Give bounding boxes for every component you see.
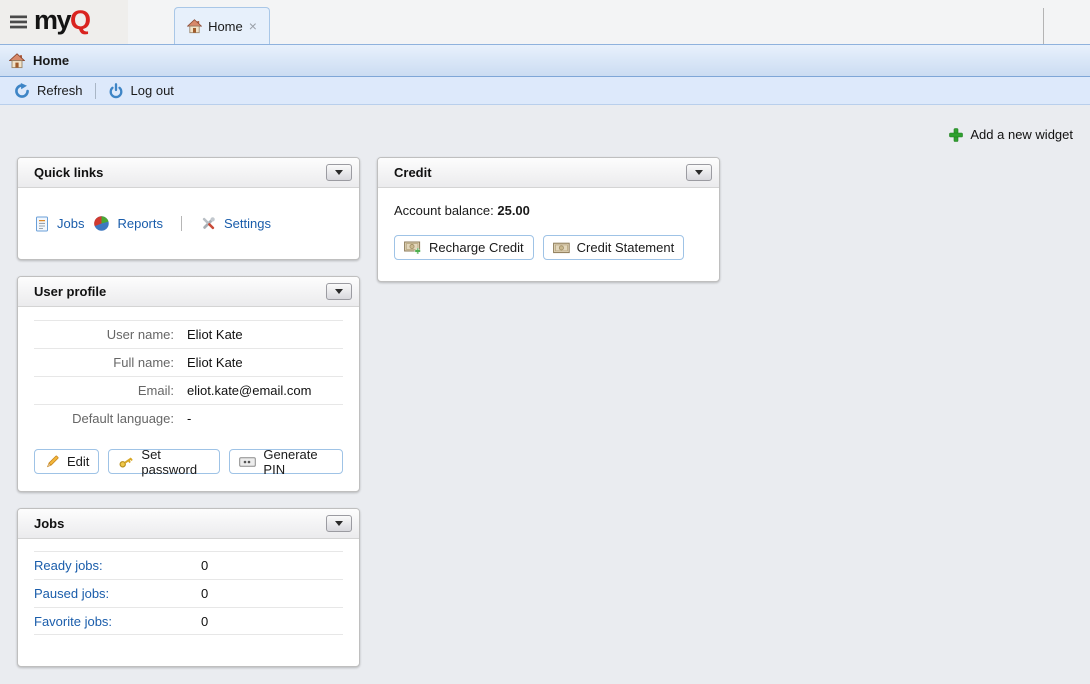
logout-button[interactable]: Log out: [104, 83, 178, 99]
myq-logo: myQ: [34, 7, 90, 37]
banknote-icon: [553, 242, 570, 254]
widget-credit-header: Credit: [378, 158, 719, 188]
chevron-down-icon: [695, 170, 703, 175]
quick-links-separator: [181, 216, 182, 231]
generate-pin-button[interactable]: Generate PIN: [229, 449, 343, 474]
generate-pin-button-label: Generate PIN: [263, 447, 333, 477]
account-balance-value: 25.00: [497, 203, 530, 218]
edit-button-label: Edit: [67, 454, 89, 469]
row-value: -: [187, 411, 191, 426]
logout-label: Log out: [131, 83, 174, 98]
jobs-row-paused: Paused jobs: 0: [34, 579, 343, 607]
quick-link-label: Reports: [117, 216, 163, 231]
key-icon: [118, 454, 134, 470]
account-balance: Account balance: 25.00: [394, 203, 703, 218]
row-label: Email:: [34, 383, 187, 398]
plus-icon: [949, 128, 963, 142]
home-icon: [9, 53, 25, 69]
recharge-credit-button[interactable]: Recharge Credit: [394, 235, 534, 260]
set-password-button-label: Set password: [141, 447, 210, 477]
widget-credit: Credit Account balance: 25.00: [377, 157, 720, 282]
dashboard-content: Add a new widget Quick links: [0, 105, 1090, 684]
favorite-jobs-link[interactable]: Favorite jobs:: [34, 614, 201, 629]
banknote-plus-icon: [404, 241, 422, 254]
widget-jobs-header: Jobs: [18, 509, 359, 539]
favorite-jobs-count: 0: [201, 614, 208, 629]
myq-web-page: myQ Home × Home: [0, 0, 1090, 684]
logo-text-my: my: [34, 5, 70, 35]
add-widget-label: Add a new widget: [970, 127, 1073, 142]
chevron-down-icon: [335, 170, 343, 175]
paused-jobs-count: 0: [201, 586, 208, 601]
row-value: eliot.kate@email.com: [187, 383, 311, 398]
tab-home-label: Home: [208, 19, 243, 34]
right-column: Credit Account balance: 25.00: [377, 157, 720, 683]
chevron-down-icon: [335, 289, 343, 294]
collapse-button[interactable]: [326, 515, 352, 532]
widget-jobs: Jobs Ready jobs: 0 Paused jobs: 0: [17, 508, 360, 667]
refresh-icon: [14, 83, 30, 99]
quick-link-reports[interactable]: Reports: [93, 215, 163, 232]
profile-row-email: Email: eliot.kate@email.com: [34, 376, 343, 404]
collapse-button[interactable]: [326, 283, 352, 300]
ready-jobs-count: 0: [201, 558, 208, 573]
pencil-icon: [44, 454, 60, 470]
widget-quick-links-header: Quick links: [18, 158, 359, 188]
toolbar: Refresh Log out: [0, 77, 1090, 105]
jobs-document-icon: [34, 216, 50, 232]
ready-jobs-link[interactable]: Ready jobs:: [34, 558, 201, 573]
page-title: Home: [33, 53, 69, 68]
set-password-button[interactable]: Set password: [108, 449, 220, 474]
profile-row-full-name: Full name: Eliot Kate: [34, 348, 343, 376]
widget-title: Jobs: [34, 516, 64, 531]
tabbar-divider: [1043, 8, 1044, 44]
quick-link-jobs[interactable]: Jobs: [34, 216, 84, 232]
recharge-credit-label: Recharge Credit: [429, 240, 524, 255]
widget-title: User profile: [34, 284, 106, 299]
power-icon: [108, 83, 124, 99]
row-value: Eliot Kate: [187, 355, 243, 370]
collapse-button[interactable]: [326, 164, 352, 181]
row-label: User name:: [34, 327, 187, 342]
jobs-row-ready: Ready jobs: 0: [34, 551, 343, 579]
account-balance-label: Account balance:: [394, 203, 494, 218]
quick-link-settings[interactable]: Settings: [200, 215, 271, 232]
page-header-bar: Home: [0, 44, 1090, 77]
widget-quick-links: Quick links: [17, 157, 360, 260]
edit-button[interactable]: Edit: [34, 449, 99, 474]
left-column: Quick links: [17, 157, 360, 683]
tab-home[interactable]: Home ×: [174, 7, 270, 44]
logo-block[interactable]: myQ: [0, 0, 128, 44]
row-label: Default language:: [34, 411, 187, 426]
paused-jobs-link[interactable]: Paused jobs:: [34, 586, 201, 601]
credit-statement-button[interactable]: Credit Statement: [543, 235, 685, 260]
refresh-button[interactable]: Refresh: [10, 83, 87, 99]
quick-link-label: Jobs: [57, 216, 84, 231]
widget-user-profile: User profile User name: Eliot Kate Full …: [17, 276, 360, 492]
logo-text-q: Q: [70, 5, 90, 35]
jobs-row-favorite: Favorite jobs: 0: [34, 607, 343, 635]
collapse-button[interactable]: [686, 164, 712, 181]
widget-title: Credit: [394, 165, 432, 180]
pin-pad-icon: [239, 456, 256, 468]
toolbar-separator: [95, 83, 96, 99]
widget-title: Quick links: [34, 165, 103, 180]
profile-row-default-language: Default language: -: [34, 404, 343, 432]
top-bar: myQ Home ×: [0, 0, 1090, 44]
hamburger-menu-icon[interactable]: [10, 15, 27, 29]
settings-tools-icon: [200, 215, 217, 232]
credit-statement-label: Credit Statement: [577, 240, 675, 255]
home-icon: [187, 19, 202, 34]
widget-user-profile-header: User profile: [18, 277, 359, 307]
tab-close-icon[interactable]: ×: [249, 19, 257, 33]
profile-row-user-name: User name: Eliot Kate: [34, 320, 343, 348]
chevron-down-icon: [335, 521, 343, 526]
refresh-label: Refresh: [37, 83, 83, 98]
add-widget-button[interactable]: Add a new widget: [949, 127, 1073, 142]
quick-link-label: Settings: [224, 216, 271, 231]
row-value: Eliot Kate: [187, 327, 243, 342]
reports-pie-chart-icon: [93, 215, 110, 232]
row-label: Full name:: [34, 355, 187, 370]
